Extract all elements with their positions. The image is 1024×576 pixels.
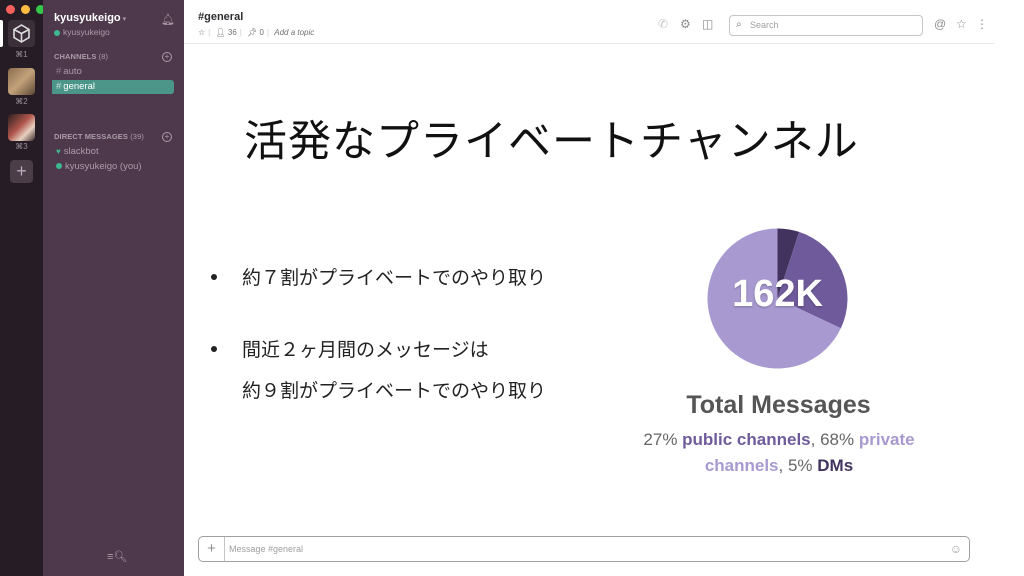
chart-title: Total Messages — [686, 391, 871, 419]
messages-pie-chart: 162K — [707, 228, 848, 369]
channel-label: general — [63, 81, 95, 92]
legend-pct-public: 27% — [643, 430, 683, 449]
slide-title: 活発なプライベートチャンネル — [244, 117, 859, 167]
pie-center-label: 162K — [732, 273, 823, 315]
pin-count[interactable]: 0 — [259, 28, 263, 37]
team-shortcut-2: ⌘2 — [15, 97, 28, 106]
sidebar-toggle-icon[interactable]: ◫ — [702, 17, 713, 31]
bullet-1: 約７割がプライベートでのやり取り — [242, 267, 547, 289]
unity-logo-icon — [13, 24, 30, 43]
minimize-window-button[interactable] — [21, 5, 30, 14]
dm-label: slackbot — [63, 146, 99, 157]
search-placeholder: Search — [750, 20, 779, 30]
chart-legend-text: 27% public channels, 68% private channel… — [624, 427, 934, 479]
legend-dm: DMs — [817, 456, 854, 475]
current-username: kyusyukeigo — [63, 27, 110, 37]
channels-header-label: CHANNELS — [54, 52, 97, 61]
bullet-dot — [211, 274, 217, 280]
emoji-icon[interactable]: ☺ — [950, 542, 962, 556]
channel-title[interactable]: #general — [198, 11, 243, 23]
sidebar-dm-self[interactable]: kyusyukeigo (you) — [56, 160, 173, 174]
legend-pct-private: , 68% — [810, 430, 859, 449]
team-menu[interactable]: kyusyukeigo ▾ — [54, 12, 126, 24]
dm-section-header[interactable]: DIRECT MESSAGES (39) — [54, 132, 144, 141]
add-team-button[interactable]: + — [10, 160, 33, 183]
search-box[interactable]: ⌕ Search — [729, 15, 923, 36]
channel-label: auto — [63, 66, 82, 77]
members-icon: 👤︎ — [215, 28, 226, 37]
current-user[interactable]: kyusyukeigo — [54, 27, 110, 37]
member-count[interactable]: 36 — [228, 28, 237, 37]
starred-items-icon[interactable]: ☆ — [956, 17, 967, 31]
close-window-button[interactable] — [6, 5, 15, 14]
notification-bell-icon[interactable]: 🔔︎ — [161, 13, 175, 26]
message-composer: + ☺ — [198, 536, 970, 562]
sidebar-channel-general[interactable]: # general — [52, 80, 174, 94]
dm-label: kyusyukeigo (you) — [65, 161, 142, 172]
team-icon-3[interactable] — [8, 114, 35, 141]
quick-switcher-icon[interactable]: ≡🔍︎ — [107, 550, 127, 563]
more-options-icon[interactable]: ⋮ — [976, 17, 988, 31]
window-edge — [994, 0, 1024, 576]
attach-file-button[interactable]: + — [199, 537, 225, 561]
bullet-dot — [211, 346, 217, 352]
presence-icon — [56, 163, 62, 169]
bullet-2-line-1: 間近２ヶ月間のメッセージは — [242, 339, 489, 361]
hash-icon: # — [56, 66, 62, 77]
sidebar-dm-slackbot[interactable]: ♥ slackbot — [56, 145, 173, 159]
legend-public: public channels — [682, 430, 811, 449]
star-icon[interactable]: ☆ — [198, 28, 205, 37]
pin-icon: 📌︎ — [247, 28, 258, 37]
dm-count: (39) — [130, 132, 144, 141]
search-icon: ⌕ — [736, 19, 742, 30]
heart-icon: ♥ — [56, 147, 61, 156]
team-shortcut-3: ⌘3 — [15, 142, 28, 151]
channel-header: #general ☆ | 👤︎ 36 | 📌︎ 0 | Add a topic ✆ ⚙… — [184, 0, 994, 44]
dm-header-label: DIRECT MESSAGES — [54, 132, 129, 141]
team-icon-2[interactable] — [8, 68, 35, 95]
add-topic-link[interactable]: Add a topic — [274, 28, 314, 37]
phone-icon[interactable]: ✆ — [658, 17, 668, 31]
active-team-indicator — [0, 20, 3, 47]
team-icon-unity[interactable] — [8, 20, 35, 47]
message-input[interactable] — [229, 540, 929, 558]
presence-icon — [54, 29, 60, 36]
hash-icon: # — [56, 81, 62, 92]
team-switcher-rail: ⌘1 ⌘2 ⌘3 + — [0, 0, 45, 576]
channel-meta: ☆ | 👤︎ 36 | 📌︎ 0 | Add a topic — [198, 28, 315, 37]
chevron-down-icon: ▾ — [122, 16, 127, 23]
team-name: kyusyukeigo — [54, 12, 121, 24]
window-controls — [6, 5, 45, 14]
add-dm-icon[interactable]: + — [162, 132, 172, 142]
gear-icon[interactable]: ⚙ — [680, 17, 691, 31]
channels-section-header[interactable]: CHANNELS (8) — [54, 52, 108, 61]
message-area: 活発なプライベートチャンネル 約７割がプライベートでのやり取り 間近２ヶ月間のメ… — [184, 45, 994, 530]
channels-count: (8) — [98, 52, 109, 61]
legend-pct-dm: , 5% — [778, 456, 818, 475]
add-channel-icon[interactable]: + — [162, 52, 172, 62]
team-shortcut-1: ⌘1 — [15, 50, 28, 59]
channel-sidebar: kyusyukeigo ▾ 🔔︎ kyusyukeigo CHANNELS (8)… — [43, 0, 184, 576]
mentions-icon[interactable]: @ — [934, 17, 946, 31]
bullet-2-line-2: 約９割がプライベートでのやり取り — [242, 380, 547, 402]
sidebar-channel-auto[interactable]: # auto — [56, 65, 173, 79]
